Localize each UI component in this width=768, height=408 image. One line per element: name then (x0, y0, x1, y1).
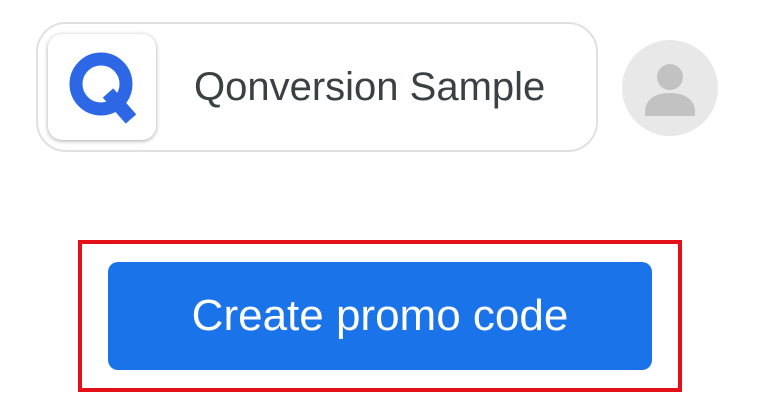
app-chip: Qonversion Sample (36, 22, 598, 152)
create-promo-code-button[interactable]: Create promo code (108, 262, 652, 370)
app-name: Qonversion Sample (194, 65, 546, 109)
qonversion-q-icon (69, 52, 137, 124)
account-avatar[interactable] (622, 40, 718, 136)
app-logo (48, 34, 156, 140)
person-icon (645, 64, 695, 116)
